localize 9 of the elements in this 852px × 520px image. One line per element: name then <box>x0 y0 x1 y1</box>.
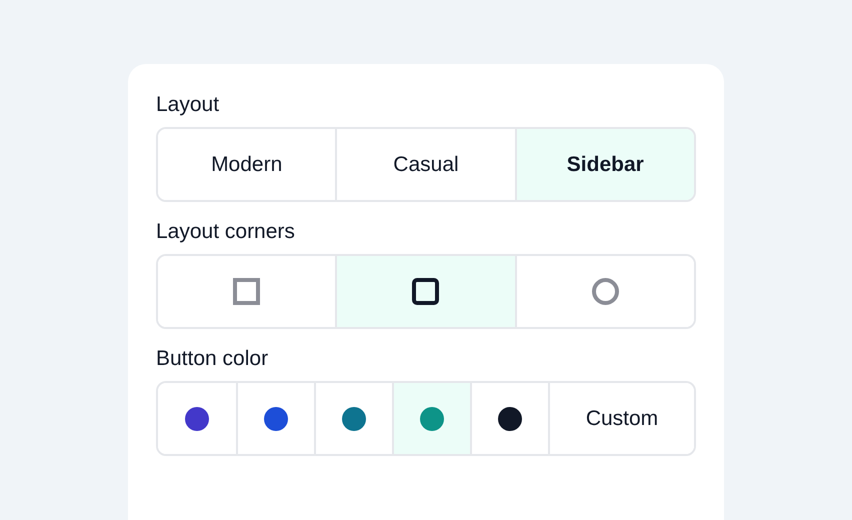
square-icon <box>233 278 260 305</box>
color-option[interactable] <box>392 383 470 454</box>
section-label: Layout <box>156 92 220 118</box>
custom-color-option[interactable]: Custom <box>548 383 694 454</box>
corner-option[interactable] <box>335 256 515 327</box>
layout-option[interactable]: Sidebar <box>514 129 694 200</box>
square-icon <box>412 278 440 305</box>
section-label: Button color <box>156 346 270 372</box>
section-label: Layout corners <box>156 219 296 245</box>
